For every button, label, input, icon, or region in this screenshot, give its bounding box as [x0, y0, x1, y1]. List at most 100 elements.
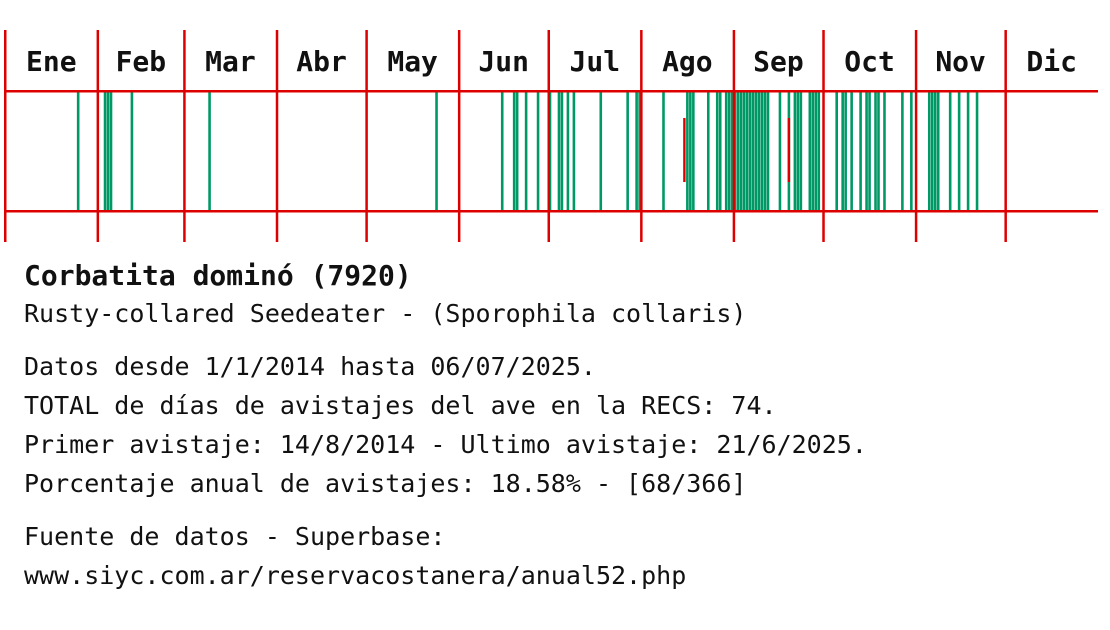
sighting-bar: [662, 92, 665, 210]
sighting-bar: [808, 92, 812, 210]
sighting-bar: [883, 92, 886, 210]
sighting-bar: [686, 92, 689, 210]
sighting-bar: [757, 92, 761, 210]
sighting-bars: [76, 92, 979, 210]
sighting-bar: [106, 92, 110, 210]
month-separator: [275, 30, 279, 242]
species-subtitle: Rusty-collared Seedeater - (Sporophila c…: [24, 299, 747, 328]
sighting-bar: [635, 92, 638, 210]
sighting-bar: [975, 92, 979, 210]
month-label: Sep: [753, 45, 804, 78]
sighting-bar: [844, 92, 847, 210]
sighting-bar: [130, 92, 134, 210]
month-label: Mar: [205, 45, 256, 78]
sighting-bar: [754, 92, 758, 210]
sighting-bar: [766, 92, 770, 210]
sighting-bar: [557, 92, 561, 210]
sighting-bar: [859, 92, 862, 210]
sighting-bar: [208, 92, 211, 210]
sighting-bar: [103, 92, 107, 210]
sighting-bar: [874, 92, 877, 210]
sighting-bar: [599, 92, 603, 210]
info-line-first-last: Primer avistaje: 14/8/2014 - Ultimo avis…: [24, 430, 867, 459]
sighting-bar: [799, 92, 803, 210]
sighting-bar: [724, 92, 728, 210]
month-separator: [822, 30, 825, 242]
sighting-bar: [930, 92, 934, 210]
sighting-bar: [933, 92, 937, 210]
sighting-bar: [793, 92, 797, 210]
sighting-bar: [841, 92, 844, 210]
sighting-bar: [811, 92, 815, 210]
sighting-bar: [957, 92, 961, 210]
sighting-bar: [572, 92, 576, 210]
month-separator: [547, 30, 551, 242]
month-label: Abr: [296, 45, 347, 78]
sighting-bar: [901, 92, 904, 210]
sighting-bar: [745, 92, 749, 210]
sighting-bar: [796, 92, 800, 210]
month-separator: [457, 30, 461, 242]
sighting-bar: [865, 92, 868, 210]
sighting-bar: [936, 92, 940, 210]
info-line-total-days: TOTAL de días de avistajes del ave en la…: [24, 391, 777, 420]
sighting-bar: [718, 92, 722, 210]
sighting-bar: [763, 92, 767, 210]
sighting-marker: [787, 118, 791, 182]
sighting-bar: [835, 92, 838, 210]
info-line-date-range: Datos desde 1/1/2014 hasta 06/07/2025.: [24, 352, 596, 381]
sighting-bar: [748, 92, 752, 210]
sighting-bar: [692, 92, 695, 210]
sighting-bar: [524, 92, 528, 210]
sighting-bar: [817, 92, 821, 210]
sighting-bar: [560, 92, 564, 210]
sighting-bar: [814, 92, 818, 210]
species-title: Corbatita dominó (7920): [24, 259, 412, 292]
sighting-bar: [778, 92, 782, 210]
sighting-bar: [736, 92, 740, 210]
month-label: Jun: [478, 45, 529, 78]
source-url: www.siyc.com.ar/reservacostanera/anual52…: [24, 561, 687, 590]
sighting-marker: [683, 118, 686, 182]
month-separator: [365, 30, 368, 242]
sighting-bar: [910, 92, 913, 210]
sighting-bar: [877, 92, 880, 210]
month-label: Ago: [662, 45, 713, 78]
month-separator: [640, 30, 643, 242]
sighting-bar: [109, 92, 113, 210]
sighting-bar: [76, 92, 80, 210]
sighting-bar: [742, 92, 746, 210]
header-line: [5, 90, 1098, 93]
info-line-percentage: Porcentaje anual de avistajes: 18.58% - …: [24, 469, 747, 498]
month-label: Oct: [844, 45, 895, 78]
sighting-bar: [751, 92, 755, 210]
source-label: Fuente de datos - Superbase:: [24, 522, 446, 551]
sighting-bar: [435, 92, 438, 210]
month-separator: [914, 30, 918, 242]
month-label: Ene: [26, 45, 77, 78]
sighting-bar: [760, 92, 764, 210]
sighting-bar: [715, 92, 719, 210]
month-separator: [96, 30, 100, 242]
month-separator: [1004, 30, 1007, 242]
sighting-bar: [868, 92, 871, 210]
sighting-bar: [927, 92, 931, 210]
last-sighting-markers: [683, 118, 791, 182]
species-info: Corbatita dominó (7920) Rusty-collared S…: [24, 258, 1104, 595]
month-separator: [732, 30, 736, 242]
sighting-bar: [512, 92, 516, 210]
sighting-bar: [948, 92, 952, 210]
sighting-bar: [739, 92, 743, 210]
sighting-bar: [966, 92, 970, 210]
sighting-bar: [515, 92, 519, 210]
sighting-bar: [566, 92, 570, 210]
sighting-bar: [536, 92, 540, 210]
baseline-line: [5, 210, 1098, 213]
sighting-bar: [706, 92, 710, 210]
month-separator: [4, 30, 7, 242]
month-separator: [183, 30, 186, 242]
sighting-bar: [727, 92, 731, 210]
sighting-bar: [626, 92, 629, 210]
sighting-bar: [689, 92, 692, 210]
month-label: May: [387, 45, 438, 78]
